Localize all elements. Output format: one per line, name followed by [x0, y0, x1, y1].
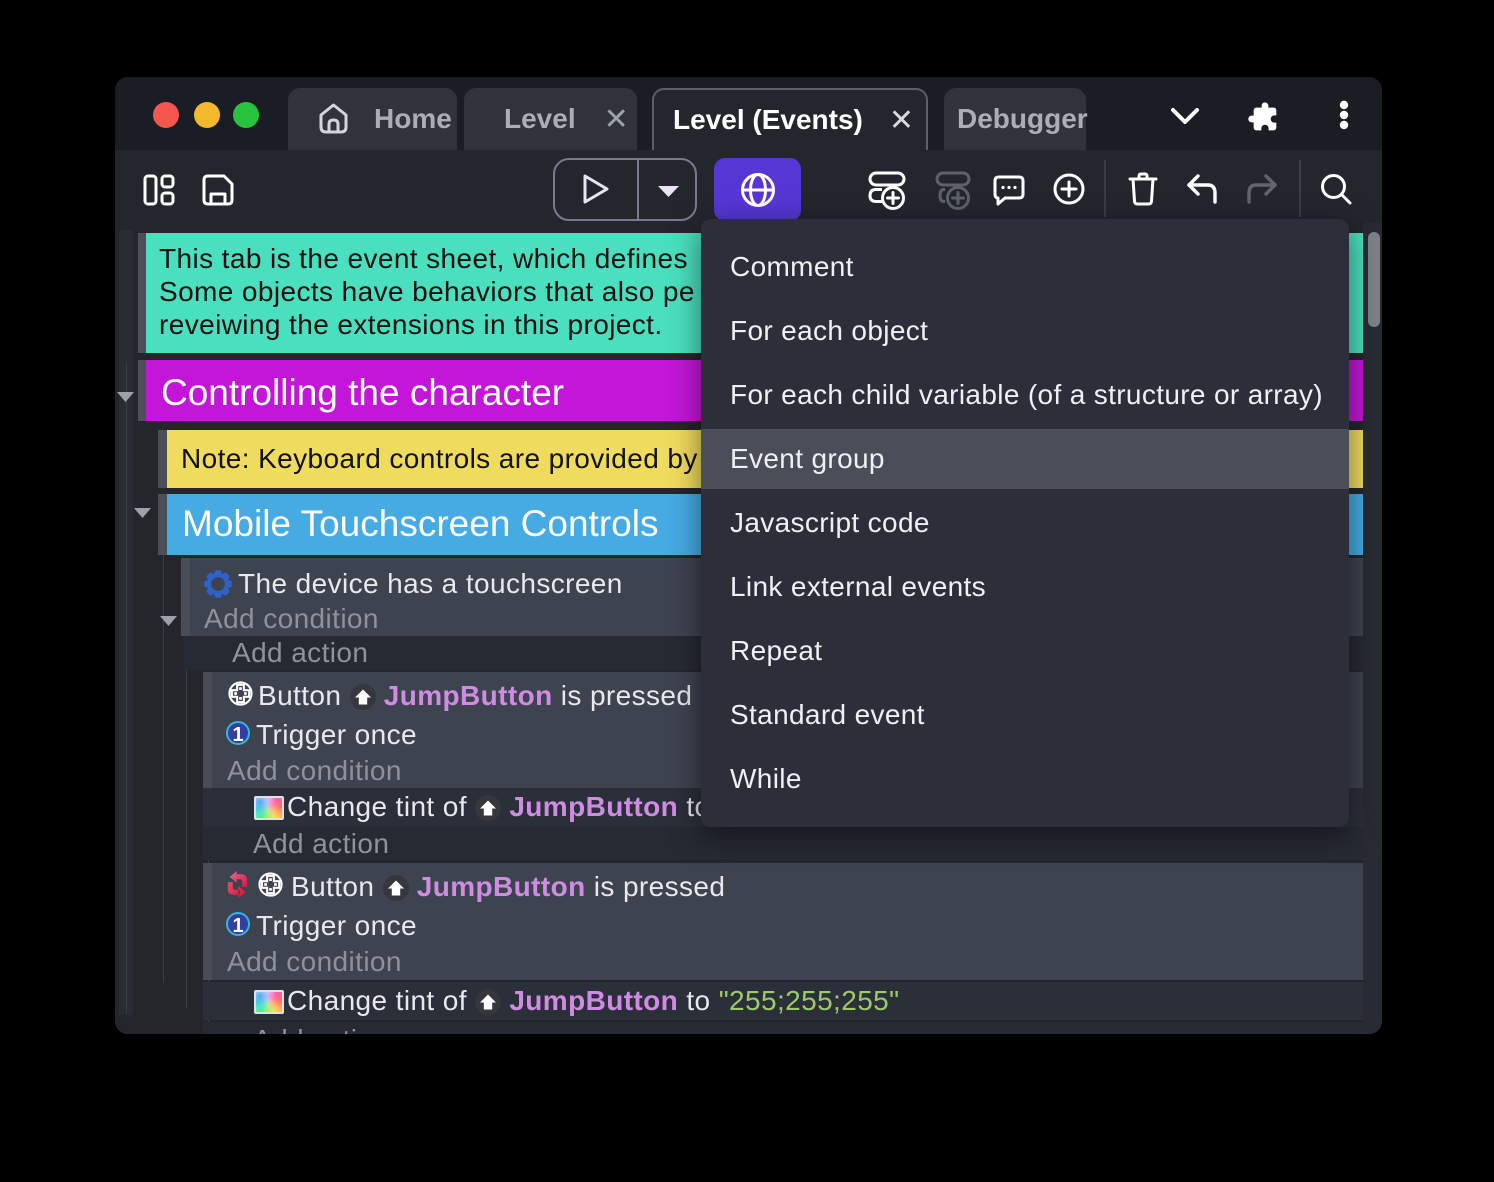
svg-text:1: 1 [232, 915, 243, 937]
svg-text:1: 1 [232, 724, 243, 746]
